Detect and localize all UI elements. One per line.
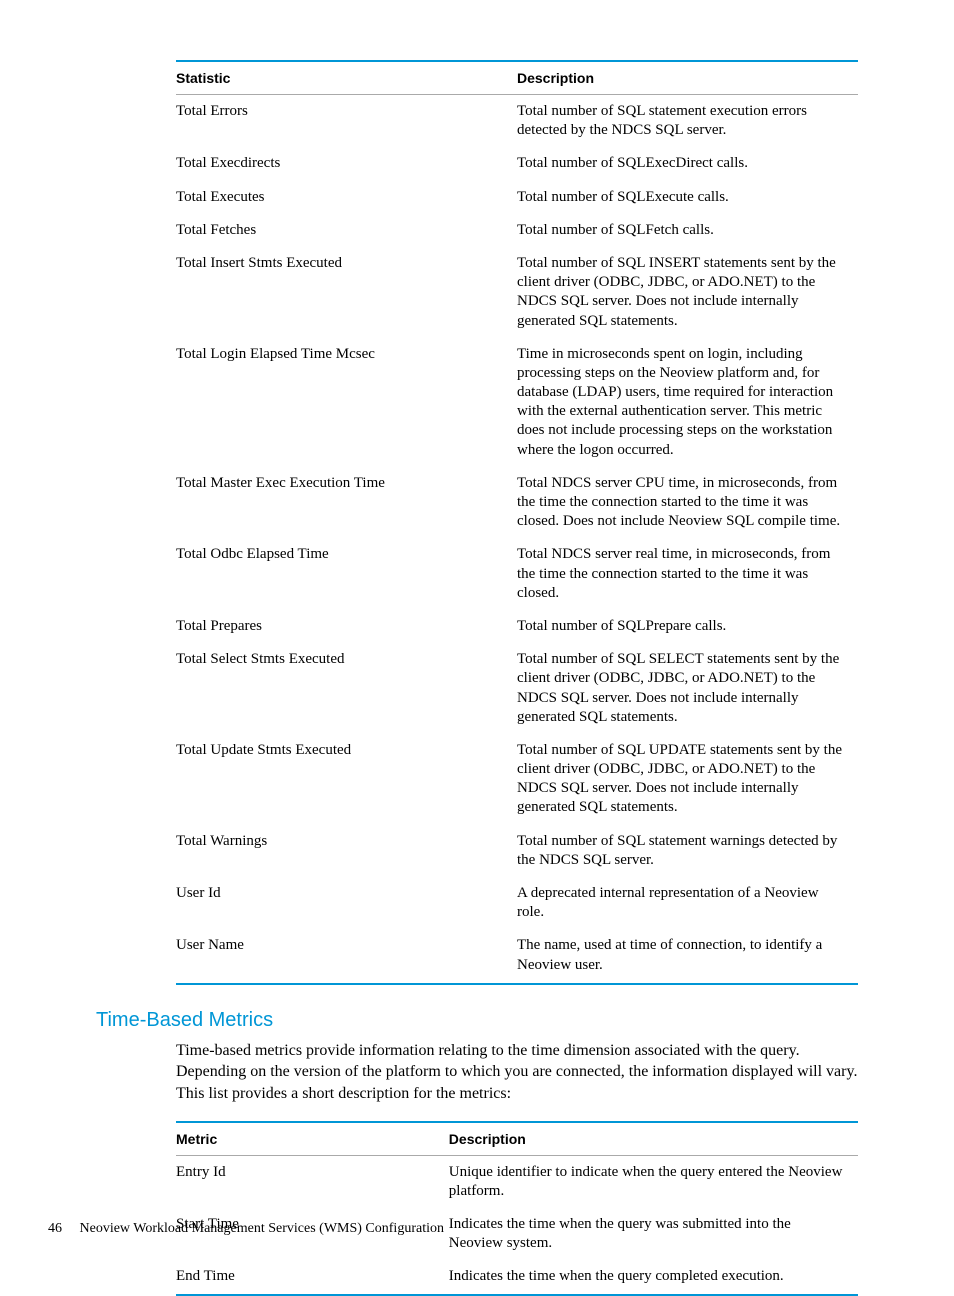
table-row: Total WarningsTotal number of SQL statem…	[176, 825, 858, 877]
stat-desc: A deprecated internal representation of …	[517, 877, 858, 929]
stat-name: Total Update Stmts Executed	[176, 734, 517, 825]
table-row: Total ExecdirectsTotal number of SQLExec…	[176, 147, 858, 180]
stat-name: Total Errors	[176, 95, 517, 148]
stat-name: Total Executes	[176, 181, 517, 214]
stat-name: Total Odbc Elapsed Time	[176, 538, 517, 610]
table-row: Total Insert Stmts ExecutedTotal number …	[176, 247, 858, 338]
stat-name: Total Execdirects	[176, 147, 517, 180]
table-row: Total ExecutesTotal number of SQLExecute…	[176, 181, 858, 214]
stat-desc: Total number of SQL statement execution …	[517, 95, 858, 148]
stat-name: Total Insert Stmts Executed	[176, 247, 517, 338]
table-row: User NameThe name, used at time of conne…	[176, 929, 858, 982]
footer-title: Neoview Workload Management Services (WM…	[80, 1221, 444, 1236]
metric-name: End Time	[176, 1260, 449, 1294]
table-row: Total Update Stmts ExecutedTotal number …	[176, 734, 858, 825]
stat-name: User Id	[176, 877, 517, 929]
stat-name: Total Select Stmts Executed	[176, 643, 517, 734]
stat-desc: Total number of SQLPrepare calls.	[517, 610, 858, 643]
section-paragraph: Time-based metrics provide information r…	[176, 1040, 858, 1105]
table-row: Total ErrorsTotal number of SQL statemen…	[176, 95, 858, 148]
stat-desc: Total NDCS server CPU time, in microseco…	[517, 467, 858, 539]
table-header-row: Metric Description	[176, 1122, 858, 1156]
metric-desc: Indicates the time when the query was su…	[449, 1208, 858, 1260]
table-bottom-rule	[176, 983, 858, 985]
stat-name: Total Warnings	[176, 825, 517, 877]
stat-name: Total Login Elapsed Time Mcsec	[176, 338, 517, 467]
stat-desc: Total number of SQL SELECT statements se…	[517, 643, 858, 734]
stat-desc: Total number of SQL INSERT statements se…	[517, 247, 858, 338]
section-heading-time-based-metrics: Time-Based Metrics	[96, 1009, 858, 1032]
stat-desc: Total number of SQL UPDATE statements se…	[517, 734, 858, 825]
col-header-description: Description	[449, 1122, 858, 1156]
col-header-metric: Metric	[176, 1122, 449, 1156]
col-header-statistic: Statistic	[176, 61, 517, 95]
col-header-description: Description	[517, 61, 858, 95]
stat-name: Total Master Exec Execution Time	[176, 467, 517, 539]
stat-desc: Total number of SQLFetch calls.	[517, 214, 858, 247]
table-row: Total PreparesTotal number of SQLPrepare…	[176, 610, 858, 643]
metric-desc: Indicates the time when the query comple…	[449, 1260, 858, 1294]
table-row: End TimeIndicates the time when the quer…	[176, 1260, 858, 1294]
page-number: 46	[48, 1221, 76, 1237]
table-row: Total Odbc Elapsed TimeTotal NDCS server…	[176, 538, 858, 610]
stat-desc: Total number of SQLExecute calls.	[517, 181, 858, 214]
stat-desc: Total number of SQL statement warnings d…	[517, 825, 858, 877]
table-row: User IdA deprecated internal representat…	[176, 877, 858, 929]
table-header-row: Statistic Description	[176, 61, 858, 95]
table-row: Total Master Exec Execution TimeTotal ND…	[176, 467, 858, 539]
statistics-table: Statistic Description Total ErrorsTotal …	[176, 60, 858, 983]
table-row: Total Select Stmts ExecutedTotal number …	[176, 643, 858, 734]
stat-desc: The name, used at time of connection, to…	[517, 929, 858, 982]
metrics-table: Metric Description Entry IdUnique identi…	[176, 1121, 858, 1295]
metric-name: Entry Id	[176, 1155, 449, 1208]
metric-desc: Unique identifier to indicate when the q…	[449, 1155, 858, 1208]
table-row: Total Login Elapsed Time McsecTime in mi…	[176, 338, 858, 467]
stat-desc: Total number of SQLExecDirect calls.	[517, 147, 858, 180]
stat-desc: Time in microseconds spent on login, inc…	[517, 338, 858, 467]
stat-desc: Total NDCS server real time, in microsec…	[517, 538, 858, 610]
table-row: Entry IdUnique identifier to indicate wh…	[176, 1155, 858, 1208]
table-row: Total FetchesTotal number of SQLFetch ca…	[176, 214, 858, 247]
stat-name: Total Prepares	[176, 610, 517, 643]
page-footer: 46 Neoview Workload Management Services …	[48, 1221, 444, 1237]
stat-name: Total Fetches	[176, 214, 517, 247]
stat-name: User Name	[176, 929, 517, 982]
